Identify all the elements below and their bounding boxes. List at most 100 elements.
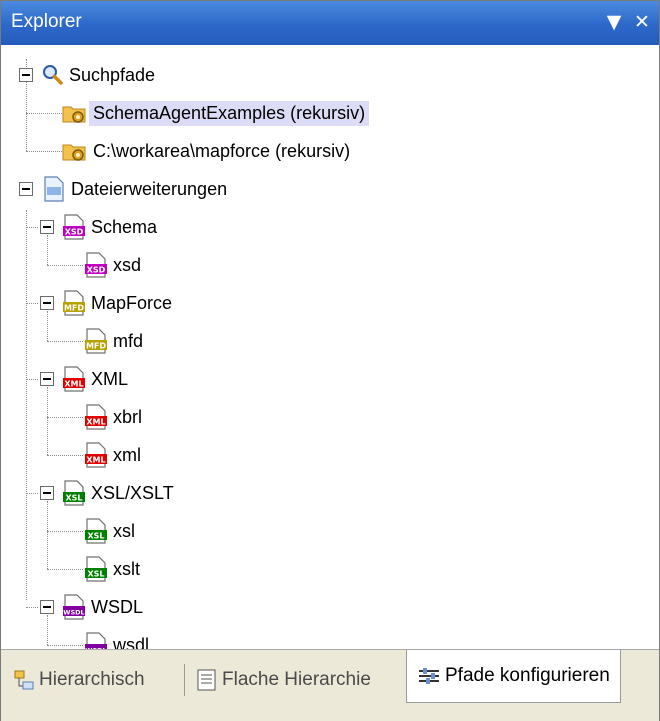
tree-node-label: xsl bbox=[113, 520, 135, 541]
expand-toggle-wsdl[interactable] bbox=[40, 600, 54, 614]
expand-toggle-schema[interactable] bbox=[40, 220, 54, 234]
tree-node-search-path[interactable]: C:\workarea\mapforce (rekursiv) bbox=[61, 133, 354, 169]
expand-toggle-mapforce[interactable] bbox=[40, 296, 54, 310]
tree-node-extension-xml[interactable]: XML xml bbox=[83, 437, 145, 473]
expand-toggle-xsl[interactable] bbox=[40, 486, 54, 500]
document-icon bbox=[197, 669, 216, 691]
tree-connector bbox=[26, 607, 38, 608]
explorer-panel: Explorer ▼ ✕ Suchpfade SchemaAgentExampl… bbox=[0, 0, 660, 721]
svg-text:XSL: XSL bbox=[87, 570, 104, 579]
tree-connector bbox=[47, 311, 48, 341]
tree-node-group-xsl[interactable]: XSL XSL/XSLT bbox=[61, 475, 178, 511]
xsd-file-icon: XSD bbox=[63, 214, 85, 240]
tree-node-label: xslt bbox=[113, 558, 140, 579]
tree-node-group-wsdl[interactable]: WSDL WSDL bbox=[61, 589, 147, 625]
tab-flache-hierarchie[interactable]: Flache Hierarchie bbox=[196, 660, 371, 700]
tree-node-label: xbrl bbox=[113, 406, 143, 427]
xsl-file-icon: XSL bbox=[85, 556, 107, 582]
xml-file-icon: XML bbox=[63, 366, 85, 392]
svg-text:MFD: MFD bbox=[64, 304, 84, 313]
tab-separator bbox=[184, 664, 185, 696]
folder-gear-icon bbox=[62, 144, 86, 161]
tree-node-group-xml[interactable]: XML XML bbox=[61, 361, 132, 397]
hierarchy-icon bbox=[14, 670, 34, 690]
tree-node-label: SchemaAgentExamples (rekursiv) bbox=[89, 100, 370, 126]
tab-label: Pfade konfigurieren bbox=[445, 665, 610, 686]
tree-node-group-mapforce[interactable]: MFD MapForce bbox=[61, 285, 176, 321]
panel-title: Explorer bbox=[11, 11, 82, 32]
mfd-file-icon: MFD bbox=[85, 328, 107, 354]
svg-text:XSD: XSD bbox=[87, 266, 106, 275]
tree-node-label: WSDL bbox=[91, 596, 144, 617]
tree-connector bbox=[47, 501, 48, 569]
svg-text:XSL: XSL bbox=[87, 532, 104, 541]
wsdl-file-icon: WSDL bbox=[63, 594, 85, 620]
tree-node-label: xsd bbox=[113, 254, 142, 275]
tree-node-extension-xsl[interactable]: XSL xsl bbox=[83, 513, 139, 549]
tree-node-extension-mfd[interactable]: MFD mfd bbox=[83, 323, 147, 359]
svg-text:WSDL: WSDL bbox=[63, 609, 84, 617]
tab-label: Hierarchisch bbox=[39, 669, 145, 690]
svg-text:XSD: XSD bbox=[65, 228, 84, 237]
tree-node-label: xml bbox=[113, 444, 141, 465]
search-icon bbox=[43, 65, 63, 85]
tree-connector bbox=[47, 531, 83, 532]
xml-file-icon: XML bbox=[85, 442, 107, 468]
tree-connector bbox=[26, 210, 27, 600]
svg-text:XML: XML bbox=[64, 380, 83, 389]
tree-node-label: Schema bbox=[91, 216, 158, 237]
tree-connector bbox=[26, 493, 38, 494]
tab-bar: Hierarchisch Flache Hierarchie Pfade kon… bbox=[1, 649, 659, 721]
tree-node-label: C:\workarea\mapforce (rekursiv) bbox=[93, 140, 351, 161]
tree-node-label: mfd bbox=[113, 330, 144, 351]
expand-toggle-suchpfade[interactable] bbox=[19, 68, 33, 82]
mfd-file-icon: MFD bbox=[63, 290, 85, 316]
tree-connector bbox=[47, 265, 83, 266]
tree-connector bbox=[47, 387, 48, 455]
title-bar: Explorer ▼ ✕ bbox=[1, 1, 659, 45]
tree-connector bbox=[26, 113, 62, 114]
tree-node-extension-xbrl[interactable]: XML xbrl bbox=[83, 399, 146, 435]
tab-label: Flache Hierarchie bbox=[222, 669, 371, 690]
tree-node-dateierweiterungen[interactable]: Dateierweiterungen bbox=[41, 171, 231, 207]
close-icon[interactable]: ✕ bbox=[631, 9, 653, 35]
xsl-file-icon: XSL bbox=[85, 518, 107, 544]
expand-toggle-xml[interactable] bbox=[40, 372, 54, 386]
tree-connector bbox=[47, 645, 83, 646]
svg-text:XSL: XSL bbox=[65, 494, 82, 503]
settings-sliders-icon bbox=[419, 668, 439, 684]
file-extensions-icon bbox=[44, 176, 64, 202]
tree-node-label: Dateierweiterungen bbox=[71, 178, 228, 199]
tree-node-extension-xsd[interactable]: XSD xsd bbox=[83, 247, 145, 283]
tree-connector bbox=[47, 615, 48, 645]
tree-node-group-schema[interactable]: XSD Schema bbox=[61, 209, 161, 245]
xsd-file-icon: XSD bbox=[85, 252, 107, 278]
tree-connector bbox=[47, 417, 83, 418]
tree-connector bbox=[26, 303, 38, 304]
expand-toggle-dateierweiterungen[interactable] bbox=[19, 182, 33, 196]
tree-connector bbox=[47, 341, 83, 342]
folder-gear-icon bbox=[62, 106, 86, 123]
tree-node-label: MapForce bbox=[91, 292, 173, 313]
svg-text:XML: XML bbox=[86, 456, 105, 465]
tree-node-label: XSL/XSLT bbox=[91, 482, 174, 503]
svg-text:XML: XML bbox=[86, 418, 105, 427]
xsl-file-icon: XSL bbox=[63, 480, 85, 506]
tree-connector bbox=[26, 379, 38, 380]
tab-hierarchisch[interactable]: Hierarchisch bbox=[13, 660, 145, 700]
tree-node-label: Suchpfade bbox=[69, 64, 156, 85]
tab-pfade-konfigurieren[interactable]: Pfade konfigurieren bbox=[406, 650, 621, 703]
tree-connector bbox=[47, 235, 48, 265]
tree-node-search-path[interactable]: SchemaAgentExamples (rekursiv) bbox=[61, 95, 370, 131]
tree-connector bbox=[47, 569, 83, 570]
explorer-tree: Suchpfade SchemaAgentExamples (rekursiv)… bbox=[1, 45, 659, 658]
tree-connector bbox=[26, 151, 62, 152]
tree-node-extension-xslt[interactable]: XSL xslt bbox=[83, 551, 144, 587]
xml-file-icon: XML bbox=[85, 404, 107, 430]
svg-text:MFD: MFD bbox=[86, 342, 106, 351]
tree-node-label: XML bbox=[91, 368, 129, 389]
tree-connector bbox=[26, 227, 38, 228]
tree-connector bbox=[47, 455, 83, 456]
tree-node-suchpfade[interactable]: Suchpfade bbox=[41, 57, 159, 93]
dropdown-icon[interactable]: ▼ bbox=[603, 9, 625, 35]
